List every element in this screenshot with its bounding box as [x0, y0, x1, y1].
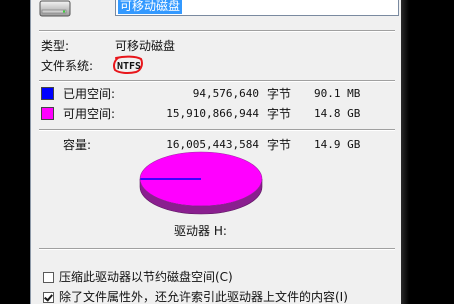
window-edge-shadow [401, 0, 409, 304]
separator [39, 30, 395, 32]
compress-checkbox[interactable] [43, 272, 54, 283]
free-space-swatch [41, 107, 54, 120]
index-checkbox[interactable] [43, 292, 54, 303]
separator [39, 80, 395, 82]
removable-drive-icon [39, 0, 71, 17]
type-value: 可移动磁盘 [115, 39, 176, 53]
used-space-unit: 字节 [267, 87, 292, 101]
free-space-bytes: 15,910,866,944 [166, 107, 259, 120]
free-space-unit: 字节 [267, 107, 292, 121]
drive-name-text: 可移动磁盘 [118, 0, 183, 14]
compress-label[interactable]: 压缩此驱动器以节约磁盘空间(C) [59, 270, 233, 284]
separator [39, 129, 395, 131]
capacity-label: 容量: [63, 138, 92, 152]
used-space-label: 已用空间: [63, 87, 116, 101]
index-label[interactable]: 除了文件属性外，还允许索引此驱动器上文件的内容(I) [59, 290, 348, 304]
type-label: 类型: [41, 39, 70, 53]
name-row: 可移动磁盘 [31, 0, 401, 22]
drive-name-input[interactable]: 可移动磁盘 [115, 0, 399, 16]
capacity-size: 14.9 GB [314, 138, 361, 151]
capacity-unit: 字节 [267, 138, 292, 152]
disk-usage-pie [139, 151, 263, 215]
used-space-size: 90.1 MB [314, 87, 361, 100]
drive-label: 驱动器 H: [174, 224, 227, 238]
free-space-label: 可用空间: [63, 107, 116, 121]
used-space-bytes: 94,576,640 [192, 87, 259, 100]
file-system-label: 文件系统: [41, 59, 94, 73]
separator [39, 248, 395, 250]
properties-dialog: 可移动磁盘 类型: 可移动磁盘 文件系统: NTFS 已用空间: 94,576,… [30, 0, 402, 304]
used-space-swatch [41, 87, 54, 100]
free-space-size: 14.8 GB [314, 107, 361, 120]
file-system-value: NTFS [117, 61, 142, 72]
